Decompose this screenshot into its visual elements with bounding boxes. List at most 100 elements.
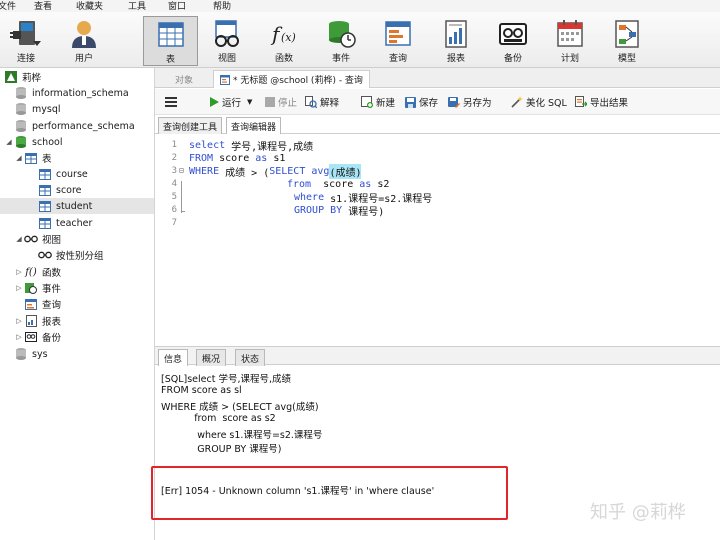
save-as-label: 另存为 <box>463 98 492 109</box>
result-tabs: 信息 概况 状态 <box>155 346 720 366</box>
hamburger-menu-button[interactable] <box>165 95 180 109</box>
table-icon <box>38 167 52 181</box>
collapse-arrow-icon[interactable]: ◢ <box>4 138 14 146</box>
schedule-button[interactable]: 计划 <box>544 16 596 66</box>
fold-collapse-icon[interactable]: ⊟ <box>179 166 184 175</box>
tree-functions-label: 函数 <box>42 268 62 279</box>
expand-arrow-icon[interactable]: ▷ <box>14 333 24 341</box>
collapse-arrow-icon[interactable]: ◢ <box>14 235 24 243</box>
save-as-icon <box>448 96 460 108</box>
run-button[interactable]: 运行 ▼ <box>209 95 252 109</box>
tree-queries-group[interactable]: 查询 <box>24 296 61 312</box>
menu-file[interactable]: 文件 <box>0 0 16 12</box>
tree-backups-label: 备份 <box>42 333 62 344</box>
tree-backups-group[interactable]: ▷ 备份 <box>14 329 61 345</box>
menu-view[interactable]: 查看 <box>34 0 52 12</box>
magic-wand-icon <box>511 96 523 108</box>
tree-tables-group[interactable]: ◢ 表 <box>14 150 52 166</box>
sql-function: avg <box>311 166 330 177</box>
menu-help[interactable]: 帮助 <box>213 0 231 12</box>
tree-table-score[interactable]: score <box>38 182 82 198</box>
menubar: 文件 查看 收藏夹 工具 窗口 帮助 <box>0 0 720 12</box>
tree-views-group[interactable]: ◢ 视图 <box>14 231 61 247</box>
function-icon: f (x) <box>270 22 296 46</box>
sql-editor[interactable]: 1 2 3 4 5 6 7 ⊟ select 学号,课程号,成绩 FROM sc… <box>155 135 720 345</box>
menu-tools[interactable]: 工具 <box>128 0 146 12</box>
connect-button[interactable]: 连接 <box>0 16 52 66</box>
query-button[interactable]: 查询 <box>372 16 424 66</box>
database-icon <box>14 102 28 116</box>
user-button[interactable]: 用户 <box>58 16 110 66</box>
database-open-icon <box>14 135 28 149</box>
save-label: 保存 <box>419 98 439 109</box>
view-button[interactable]: 视图 <box>201 16 253 66</box>
new-button[interactable]: 新建 <box>361 95 395 109</box>
tree-reports-group[interactable]: ▷ 报表 <box>14 313 61 329</box>
tab-info[interactable]: 信息 <box>158 349 189 366</box>
tree-functions-group[interactable]: ▷ f() 函数 <box>14 264 61 280</box>
event-button[interactable]: 事件 <box>315 16 367 66</box>
expand-arrow-icon[interactable]: ▷ <box>14 284 24 292</box>
table-button[interactable]: 表 <box>143 16 198 66</box>
query-toolbar: 运行 ▼ 停止 解释 新建 保存 另存为 美化 SQL 导出结果 <box>155 89 720 115</box>
tree-db-information-schema[interactable]: information_schema <box>14 85 129 101</box>
menu-window[interactable]: 窗口 <box>168 0 186 12</box>
code-line-1: select 学号,课程号,成绩 <box>189 139 313 153</box>
function-button[interactable]: f (x) 函数 <box>258 16 310 66</box>
run-dropdown-icon[interactable]: ▼ <box>247 98 252 106</box>
backup-button[interactable]: 备份 <box>487 16 539 66</box>
tree-table-course[interactable]: course <box>38 166 88 182</box>
sql-text: s1 <box>267 153 286 164</box>
tab-query-editor[interactable]: 查询编辑器 <box>226 117 282 134</box>
function-icon: f() <box>25 266 37 278</box>
stop-icon <box>265 97 275 107</box>
table-group-icon <box>24 151 38 165</box>
query-icon <box>24 297 38 311</box>
report-button[interactable]: 报表 <box>430 16 482 66</box>
beautify-sql-button[interactable]: 美化 SQL <box>511 95 567 109</box>
table-icon <box>38 216 52 230</box>
function-label: 函数 <box>274 54 293 64</box>
collapse-arrow-icon[interactable]: ◢ <box>14 154 24 162</box>
sql-text: 成绩 > ( <box>219 168 270 179</box>
save-as-button[interactable]: 另存为 <box>448 95 492 109</box>
tree-db-label: sys <box>32 348 48 360</box>
tree-db-school[interactable]: ◢ school <box>4 134 62 150</box>
save-button[interactable]: 保存 <box>405 95 438 109</box>
watermark: 知乎 @莉桦 <box>590 502 686 523</box>
tree-view-item[interactable]: 按性别分组 <box>38 247 104 263</box>
tab-query[interactable]: * 无标题 @school (莉桦) - 查询 <box>213 70 370 88</box>
fold-end <box>181 211 185 212</box>
output-line: where s1.课程号=s2.课程号 <box>161 430 323 441</box>
connection-icon <box>4 70 18 84</box>
report-icon <box>24 314 38 328</box>
explain-button[interactable]: 解释 <box>305 95 339 109</box>
query-mode-tabs: 查询创建工具 查询编辑器 <box>155 116 720 134</box>
tab-overview[interactable]: 概况 <box>196 349 227 366</box>
tree-connection[interactable]: 莉桦 <box>4 69 41 85</box>
connect-label: 连接 <box>16 54 35 64</box>
tree-table-teacher[interactable]: teacher <box>38 215 92 231</box>
tab-objects[interactable]: 对象 <box>169 70 199 88</box>
line-number: 3 <box>171 166 177 176</box>
export-results-button[interactable]: 导出结果 <box>575 95 628 109</box>
model-button[interactable]: 模型 <box>601 16 653 66</box>
output-line: from score as s2 <box>161 413 276 424</box>
code-line-3: WHERE 成绩 > (SELECT avg (成绩) <box>189 164 362 179</box>
sql-text: 课程号) <box>342 207 385 218</box>
tab-query-builder[interactable]: 查询创建工具 <box>158 117 223 134</box>
expand-arrow-icon[interactable]: ▷ <box>14 317 24 325</box>
tree-db-sys[interactable]: sys <box>14 346 48 362</box>
stop-button[interactable]: 停止 <box>265 95 297 109</box>
tree-table-student[interactable]: student <box>0 198 154 214</box>
tab-status[interactable]: 状态 <box>235 349 266 366</box>
tree-db-performance-schema[interactable]: performance_schema <box>14 118 135 134</box>
tab-objects-label: 对象 <box>175 75 194 86</box>
menu-favorites[interactable]: 收藏夹 <box>76 0 103 12</box>
run-label: 运行 <box>222 98 242 109</box>
tree-db-mysql[interactable]: mysql <box>14 101 61 117</box>
tree-events-group[interactable]: ▷ 事件 <box>14 280 61 296</box>
report-icon <box>445 20 467 48</box>
expand-arrow-icon[interactable]: ▷ <box>14 268 24 276</box>
plug-icon <box>10 21 41 46</box>
